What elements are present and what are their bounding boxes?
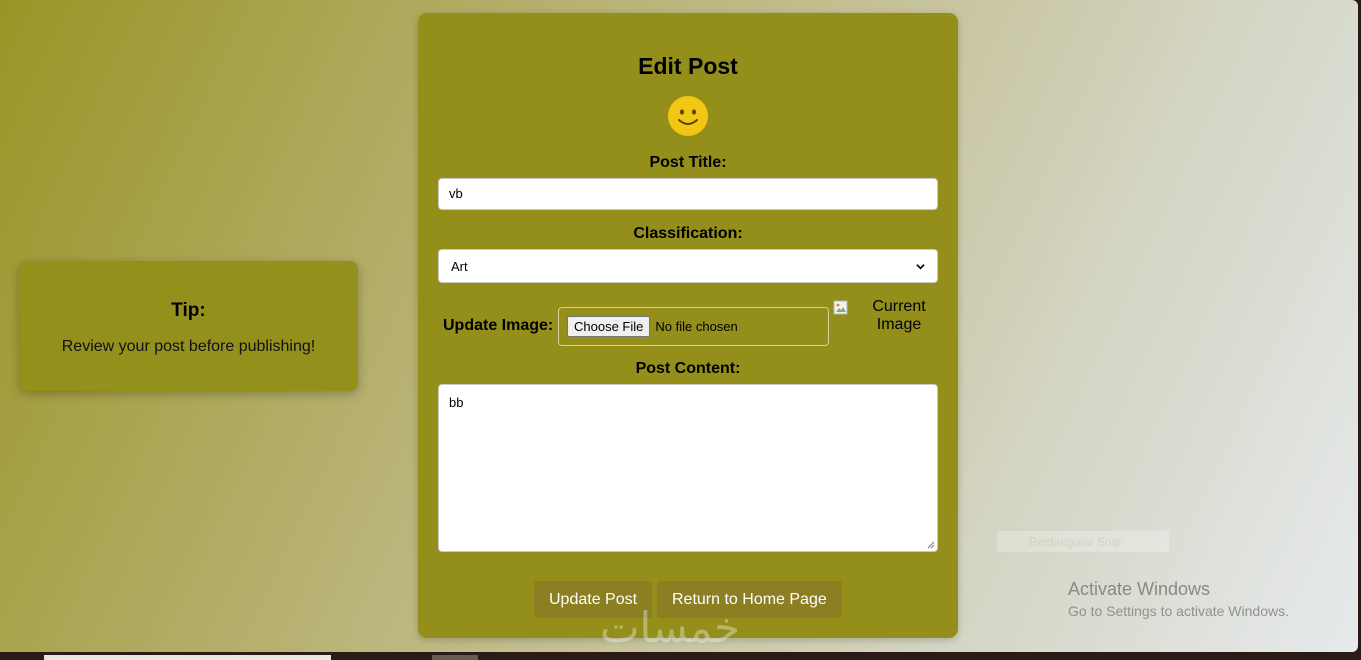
taskbar-segment (432, 655, 478, 660)
smiley-icon (668, 96, 708, 136)
tip-text: Review your post before publishing! (61, 338, 316, 355)
activate-windows-subtitle: Go to Settings to activate Windows. (1068, 603, 1289, 619)
broken-image-icon (833, 300, 848, 315)
classification-label: Classification: (633, 225, 743, 242)
tip-box: Tip: Review your post before publishing! (19, 261, 358, 391)
page-title: Edit Post (638, 53, 738, 79)
post-content-value: bb (449, 395, 464, 410)
tip-title: Tip: (171, 300, 206, 321)
post-content-textarea[interactable]: bb (438, 384, 938, 552)
update-image-label: Update Image: (443, 317, 554, 334)
edit-post-card: Edit Post Post Title: vb Classification:… (418, 13, 958, 638)
taskbar-strip (0, 652, 1361, 660)
image-file-input[interactable]: Choose File No file chosen (558, 307, 829, 346)
chevron-down-icon (916, 263, 925, 269)
current-image-preview: Current Image (833, 298, 943, 338)
snip-label: Rectangular Snip (1029, 534, 1122, 549)
activate-windows-title: Activate Windows (1068, 579, 1211, 599)
classification-select[interactable]: Art (438, 249, 938, 283)
page-viewport: Tip: Review your post before publishing!… (0, 0, 1358, 652)
snip-tool-ghost: Rectangular Snip (997, 531, 1169, 552)
post-title-label: Post Title: (649, 154, 727, 171)
classification-selected-value: Art (451, 258, 468, 274)
current-image-alt-text: Current Image (872, 298, 926, 333)
file-status-text: No file chosen (655, 319, 738, 334)
post-title-input[interactable]: vb (438, 178, 938, 210)
resize-grip-icon[interactable] (927, 541, 935, 549)
taskbar-segment (44, 655, 331, 660)
post-content-label: Post Content: (635, 360, 741, 377)
site-watermark: خمسات (600, 603, 741, 652)
choose-file-button[interactable]: Choose File (567, 316, 651, 337)
